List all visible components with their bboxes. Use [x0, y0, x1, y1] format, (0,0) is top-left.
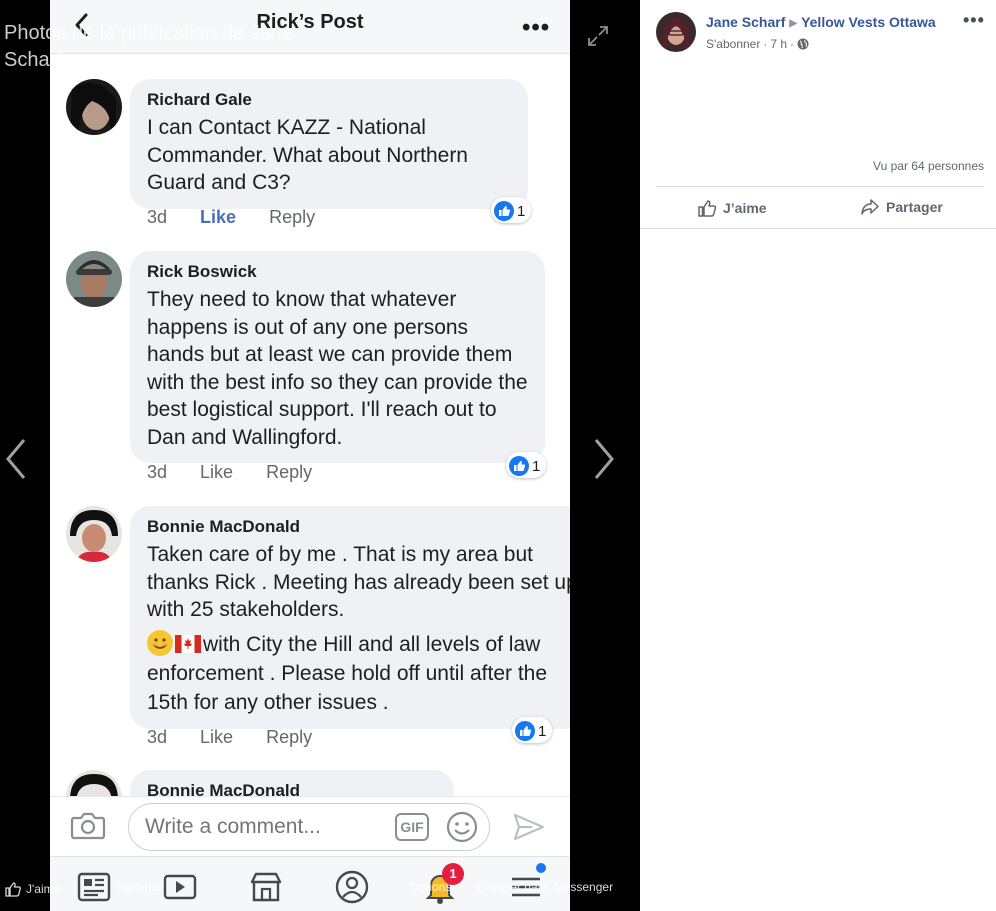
reaction-count[interactable]: 1	[491, 197, 532, 223]
comment-meta: 3d Like Reply	[147, 207, 329, 228]
comment-bubble: Rick Boswick They need to know that what…	[130, 251, 545, 463]
comment-author: Bonnie MacDonald	[147, 517, 301, 536]
share-label: Partager	[886, 199, 943, 215]
reaction-number: 1	[532, 457, 541, 475]
comment-meta: 3d Like Reply	[147, 727, 326, 748]
share-button[interactable]: Partager	[860, 198, 943, 216]
comment-text: They need to know that whatever happens …	[147, 288, 528, 449]
like-button[interactable]: J’aime	[697, 198, 767, 218]
thumbs-up-icon	[698, 200, 717, 217]
share-arrow-icon	[861, 199, 879, 215]
reaction-number: 1	[517, 202, 526, 220]
reaction-count[interactable]: 1	[512, 717, 553, 743]
like-link[interactable]: Like	[200, 727, 233, 748]
poster-subline: S'abonner · 7 h ·	[706, 37, 809, 51]
arrow-right-icon: ▶	[789, 18, 798, 29]
photo-viewer: Rick’s Post ••• Richard Gale I can Conta…	[0, 0, 640, 911]
reaction-count[interactable]: 1	[506, 452, 547, 478]
viewer-share-label: Partager	[116, 880, 163, 894]
comment-composer: GIF	[50, 796, 570, 856]
globe-icon	[797, 38, 809, 50]
like-link[interactable]: Like	[200, 207, 236, 228]
comment-text-second: with City the Hill and all levels of law…	[147, 632, 548, 714]
comment-text-continued: with City the Hill and all levels of law…	[147, 629, 570, 717]
comment-author: Richard Gale	[147, 90, 252, 109]
viewer-send-label: Envoyer dans Messenger	[477, 880, 614, 894]
phone-screenshot: Rick’s Post ••• Richard Gale I can Conta…	[50, 0, 570, 911]
reply-link[interactable]: Reply	[266, 462, 312, 483]
viewer-title: Photos de la publication de Jane Scharf	[4, 22, 294, 71]
smile-emoji-icon	[147, 629, 173, 656]
avatar	[66, 251, 122, 307]
camera-icon[interactable]	[70, 810, 106, 840]
seen-by-count[interactable]: Vu par 64 personnes	[873, 159, 984, 173]
reaction-number: 1	[538, 722, 547, 740]
like-label: J’aime	[723, 200, 767, 216]
poster-avatar[interactable]	[656, 12, 696, 52]
comment-author: Rick Boswick	[147, 262, 257, 281]
comment-time: 3d	[147, 207, 168, 227]
comment-time: 3d	[147, 727, 168, 747]
comment-text: I can Contact KAZZ - National Commander.…	[147, 116, 468, 194]
viewer-like-label: J'aime	[26, 882, 61, 896]
previous-photo-icon[interactable]	[2, 436, 30, 482]
like-link[interactable]: Like	[200, 462, 233, 483]
comment-text: Taken care of by me . That is my area bu…	[147, 543, 570, 621]
more-icon: •••	[522, 14, 551, 41]
viewer-options-button[interactable]: Options	[410, 880, 451, 894]
more-options-icon[interactable]: •••	[963, 10, 985, 31]
comment-bubble: Richard Gale I can Contact KAZZ - Nation…	[130, 79, 528, 209]
viewer-like-button[interactable]: J'aime	[4, 880, 60, 898]
like-reaction-icon	[509, 456, 529, 476]
like-reaction-icon	[515, 721, 535, 741]
thumbs-up-icon	[5, 882, 21, 897]
subscribe-link[interactable]: S'abonner	[706, 37, 760, 51]
avatar	[66, 506, 122, 562]
gif-icon[interactable]: GIF	[395, 813, 429, 841]
group-name-link[interactable]: Yellow Vests Ottawa	[801, 14, 936, 30]
poster-line: Jane Scharf ▶ Yellow Vests Ottawa	[706, 14, 936, 30]
viewer-footer: J'aime Partager Options Envoyer dans Mes…	[0, 872, 640, 902]
viewer-options-label: Options	[410, 880, 452, 894]
comment-meta: 3d Like Reply	[147, 462, 326, 483]
reply-link[interactable]: Reply	[266, 727, 312, 748]
next-photo-icon[interactable]	[590, 436, 618, 482]
like-reaction-icon	[494, 201, 514, 221]
comment-input[interactable]	[128, 803, 490, 851]
send-icon[interactable]	[512, 811, 546, 843]
emoji-icon[interactable]	[446, 811, 478, 843]
canada-flag-icon	[175, 632, 201, 653]
viewer-share-button[interactable]: Partager	[82, 880, 162, 894]
post-time[interactable]: 7 h	[770, 37, 787, 51]
poster-name-link[interactable]: Jane Scharf	[706, 14, 785, 30]
divider	[656, 186, 984, 187]
divider	[640, 228, 996, 229]
expand-icon[interactable]	[586, 24, 610, 48]
comment-bubble: Bonnie MacDonald Taken care of by me . T…	[130, 506, 570, 729]
avatar	[66, 79, 122, 135]
viewer-send-messenger-button[interactable]: Envoyer dans Messenger	[477, 880, 613, 894]
comment-time: 3d	[147, 462, 168, 482]
post-sidebar: Jane Scharf ▶ Yellow Vests Ottawa S'abonne…	[640, 0, 996, 911]
reply-link[interactable]: Reply	[269, 207, 315, 228]
